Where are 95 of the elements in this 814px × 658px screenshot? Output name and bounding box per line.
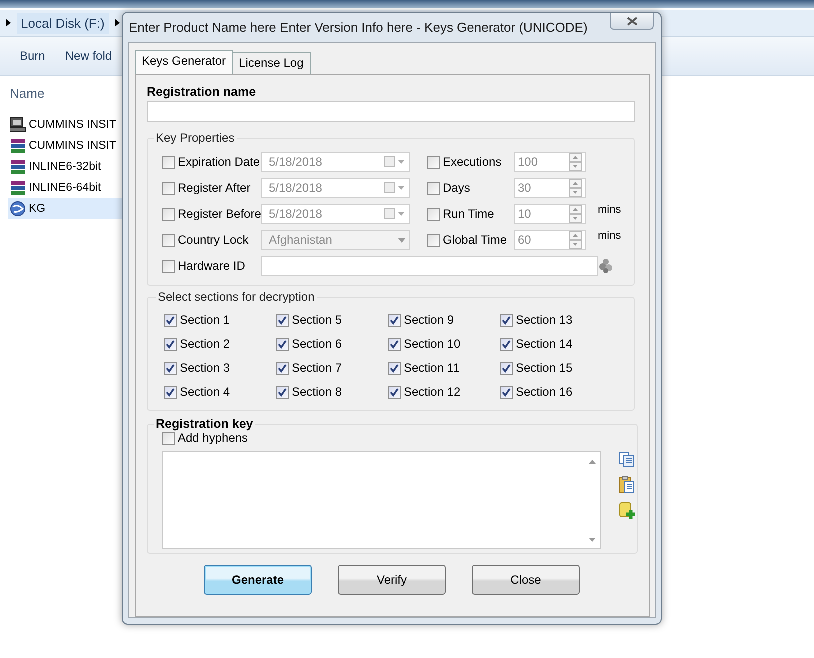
- option-label: Section 16: [516, 385, 573, 399]
- window-title: Enter Product Name here Enter Version Info here - Keys Generator (UNICODE): [128, 20, 588, 35]
- checkbox[interactable]: [162, 208, 175, 220]
- checkbox[interactable]: [427, 234, 440, 246]
- breadcrumb-arrow-icon[interactable]: [114, 19, 120, 27]
- registration-key-field[interactable]: [162, 451, 601, 549]
- file-item[interactable]: INLINE6-64bit: [8, 177, 150, 198]
- option-label: Global Time: [443, 233, 508, 247]
- group-title: Registration key: [155, 417, 254, 431]
- option-label: Executions: [443, 155, 502, 169]
- toolbar-item[interactable]: Burn: [20, 49, 46, 63]
- action-button[interactable]: Generate: [204, 565, 312, 595]
- file-item[interactable]: CUMMINS INSIT: [8, 114, 150, 135]
- hardware-id-field[interactable]: [261, 256, 598, 276]
- checkbox[interactable]: [500, 386, 513, 398]
- file-item[interactable]: CUMMINS INSIT: [8, 135, 150, 156]
- option-label: Section 6: [292, 337, 342, 351]
- calendar-icon: [384, 182, 406, 194]
- copy-icon[interactable]: [619, 452, 635, 468]
- checkbox[interactable]: [500, 338, 513, 350]
- scroll-down-icon[interactable]: [589, 538, 596, 542]
- computer-icon: [10, 116, 26, 132]
- checkbox[interactable]: [276, 362, 289, 374]
- book-stack-icon: [10, 158, 26, 174]
- option-label: Section 13: [516, 313, 573, 327]
- unit-label: mins: [598, 229, 622, 242]
- option-label: Section 5: [292, 313, 342, 327]
- option-label: Section 8: [292, 385, 342, 399]
- unit-label: mins: [598, 203, 622, 216]
- option-label: Expiration Date: [178, 155, 260, 169]
- calendar-icon: [384, 156, 406, 168]
- option-label: Section 9: [404, 313, 454, 327]
- spinner-arrows-icon[interactable]: [569, 205, 582, 223]
- option-label: Section 10: [404, 337, 461, 351]
- spinner-arrows-icon[interactable]: [569, 153, 582, 171]
- breadcrumb-item[interactable]: Local Disk (F:): [17, 12, 109, 34]
- checkbox[interactable]: [500, 362, 513, 374]
- spinner-arrows-icon[interactable]: [569, 231, 582, 249]
- checkbox[interactable]: [162, 182, 175, 194]
- action-button[interactable]: Close: [472, 565, 580, 595]
- checkbox[interactable]: [427, 156, 440, 168]
- option-label: Section 3: [180, 361, 230, 375]
- clipboard-icon[interactable]: [619, 476, 635, 494]
- checkbox[interactable]: [388, 338, 401, 350]
- checkbox[interactable]: [388, 362, 401, 374]
- checkbox[interactable]: [162, 432, 175, 444]
- toolbar-item[interactable]: New fold: [65, 49, 112, 63]
- option-label: Days: [443, 181, 470, 195]
- option-label: Run Time: [443, 207, 494, 221]
- checkbox[interactable]: [164, 314, 177, 326]
- tab[interactable]: Keys Generator: [135, 50, 234, 74]
- option-label: Section 7: [292, 361, 342, 375]
- checkbox[interactable]: [162, 234, 175, 246]
- checkbox[interactable]: [164, 386, 177, 398]
- tab[interactable]: License Log: [232, 52, 311, 74]
- checkbox[interactable]: [427, 208, 440, 220]
- option-label: Register Before: [178, 207, 262, 221]
- checkbox[interactable]: [162, 260, 175, 272]
- book-stack-icon: [10, 180, 26, 196]
- option-label: Country Lock: [178, 233, 249, 247]
- file-item[interactable]: INLINE6-32bit: [8, 156, 150, 177]
- spinner-arrows-icon[interactable]: [569, 179, 582, 197]
- checkbox[interactable]: [164, 362, 177, 374]
- checkbox[interactable]: [164, 338, 177, 350]
- close-button[interactable]: [610, 13, 654, 30]
- close-icon: [626, 16, 638, 26]
- checkbox[interactable]: [276, 314, 289, 326]
- option-label: Register After: [178, 181, 251, 195]
- registration-name-label: Registration name: [147, 85, 258, 99]
- add-icon[interactable]: [619, 502, 637, 520]
- calendar-icon: [384, 208, 406, 220]
- option-label: Add hyphens: [178, 431, 248, 445]
- option-label: Section 4: [180, 385, 230, 399]
- checkbox[interactable]: [162, 156, 175, 168]
- checkbox[interactable]: [427, 182, 440, 194]
- option-label: Section 1: [180, 313, 230, 327]
- option-label: Hardware ID: [178, 259, 246, 273]
- option-label: Section 11: [404, 361, 460, 375]
- book-stack-icon: [10, 138, 26, 154]
- action-button[interactable]: Verify: [338, 565, 446, 595]
- dropdown-arrow-icon: [398, 238, 406, 242]
- option-label: Section 15: [516, 361, 573, 375]
- group-title: Key Properties: [155, 131, 236, 145]
- breadcrumb-arrow-icon[interactable]: [6, 19, 11, 27]
- checkbox[interactable]: [500, 314, 513, 326]
- scroll-up-icon[interactable]: [589, 460, 596, 464]
- option-label: Section 2: [180, 337, 230, 351]
- group-title: Select sections for decryption: [157, 290, 316, 304]
- checkbox[interactable]: [388, 314, 401, 326]
- checkbox[interactable]: [276, 338, 289, 350]
- checkbox[interactable]: [388, 386, 401, 398]
- registration-name-field[interactable]: [147, 101, 635, 122]
- option-label: Section 12: [404, 385, 461, 399]
- option-label: Section 14: [516, 337, 573, 351]
- checkbox[interactable]: [276, 386, 289, 398]
